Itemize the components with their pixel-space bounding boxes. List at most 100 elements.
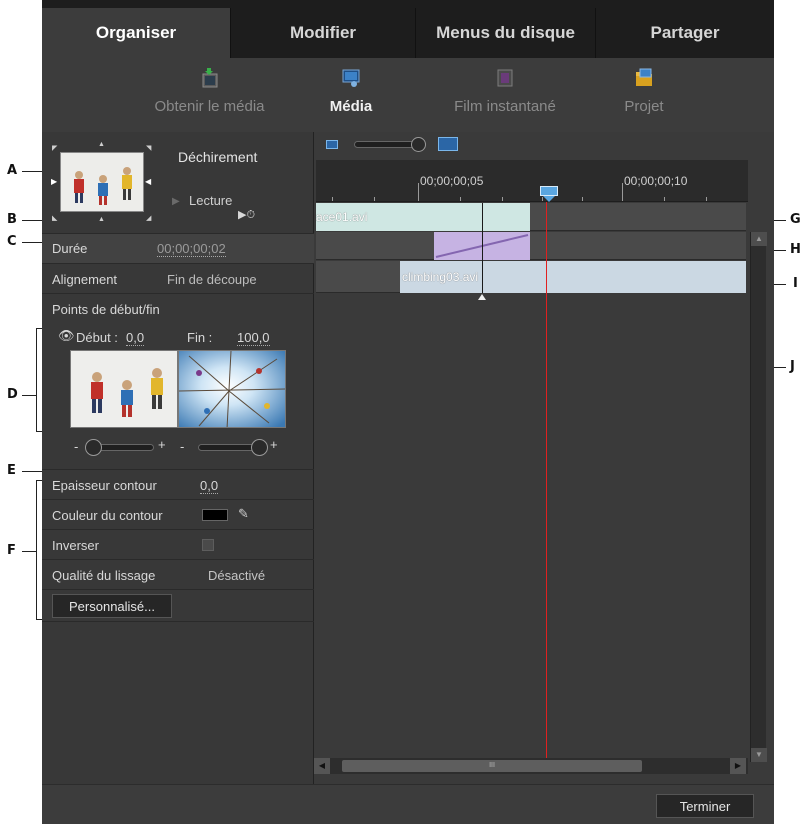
horizontal-scrollbar[interactable]: ◀ III ▶ xyxy=(314,758,748,774)
reverse-row: Inverser xyxy=(42,530,314,560)
tab-modifier[interactable]: Modifier xyxy=(230,8,415,58)
scroll-grip: III xyxy=(489,762,495,769)
duration-value[interactable]: 00;00;00;02 xyxy=(157,241,226,257)
clip-race01-name: race01.avi xyxy=(316,210,368,224)
tab-organiser[interactable]: Organiser xyxy=(42,8,230,58)
scroll-right-button[interactable]: ▶ xyxy=(730,758,746,774)
timeline-panel: 00;00;00;05 00;00;00;10 race01.avi climb… xyxy=(314,132,774,784)
arrow-down-right-icon[interactable]: ◢ xyxy=(146,214,151,222)
zoom-in-icon[interactable] xyxy=(438,137,458,151)
clip-climbing03[interactable]: climbing03.avi xyxy=(400,261,746,293)
reverse-checkbox[interactable] xyxy=(202,539,214,551)
arrow-right-icon[interactable]: ◀ xyxy=(145,177,151,186)
end-slider-knob[interactable] xyxy=(251,439,268,456)
done-button[interactable]: Terminer xyxy=(656,794,754,818)
start-slider-knob[interactable] xyxy=(85,439,102,456)
scroll-thumb[interactable]: III xyxy=(342,760,642,772)
media-icon xyxy=(342,68,360,88)
end-slider[interactable] xyxy=(198,439,268,456)
ruler-tick xyxy=(622,183,623,201)
start-end-section: Points de début/fin 👁 Début : 0,0 Fin : … xyxy=(42,294,314,470)
media-button[interactable]: Média xyxy=(316,68,386,115)
callout-f: F xyxy=(7,543,16,558)
zoom-slider-knob[interactable] xyxy=(411,137,426,152)
callout-a: A xyxy=(7,163,18,178)
callout-c: C xyxy=(7,234,17,249)
end-value[interactable]: 100,0 xyxy=(237,330,270,346)
callout-g: G xyxy=(790,212,801,227)
tab-bar: Organiser Modifier Menus du disque Parta… xyxy=(42,0,774,58)
effect-thumbnail[interactable] xyxy=(60,152,144,212)
arrow-up-left-icon[interactable]: ◤ xyxy=(52,144,57,152)
show-actual-sources-icon[interactable]: ▶⏱ xyxy=(238,208,255,222)
scroll-up-button[interactable]: ▲ xyxy=(751,232,767,246)
tab-partager[interactable]: Partager xyxy=(595,8,774,58)
callout-e: E xyxy=(7,463,16,478)
instant-movie-icon xyxy=(496,68,514,88)
get-media-label: Obtenir le média xyxy=(154,98,265,115)
alignment-dropdown[interactable]: Fin de découpe xyxy=(167,272,257,287)
eyedropper-icon[interactable]: ✎ xyxy=(238,506,249,522)
arrow-down-left-icon[interactable]: ◣ xyxy=(52,214,57,222)
ruler-tick xyxy=(374,197,375,201)
arrow-left-icon[interactable]: ▶ xyxy=(51,177,57,186)
bottom-bar: Terminer xyxy=(42,784,774,824)
scroll-left-button[interactable]: ◀ xyxy=(314,758,330,774)
playhead-line xyxy=(546,202,547,758)
zoom-slider[interactable] xyxy=(354,137,426,152)
callout-i: I xyxy=(793,276,798,291)
callout-d: D xyxy=(7,387,18,402)
tab-label: Menus du disque xyxy=(436,23,575,42)
ruler-tick xyxy=(706,197,707,201)
clip-race01[interactable]: race01.avi xyxy=(316,203,530,231)
properties-panel: ◤ ▲ ◥ ▶ ◀ ◣ ▲ ◢ Déchirement ▶ Lecture ▶⏱… xyxy=(42,132,314,784)
start-preview-image xyxy=(70,350,178,428)
vertical-scrollbar[interactable]: ▲ ▼ xyxy=(750,232,767,762)
reverse-label: Inverser xyxy=(52,538,99,553)
edit-cursor-line xyxy=(482,203,483,293)
play-label[interactable]: Lecture xyxy=(189,193,232,208)
tab-menus-disque[interactable]: Menus du disque xyxy=(415,8,595,58)
edit-cursor-marker xyxy=(478,294,486,300)
ruler-tick xyxy=(502,197,503,201)
ruler-tick xyxy=(582,197,583,201)
toolbar: Obtenir le média Média Film instantané P… xyxy=(42,58,774,132)
clip-climbing03-name: climbing03.avi xyxy=(402,270,479,284)
play-icon[interactable]: ▶ xyxy=(172,196,180,207)
smoothing-dropdown[interactable]: Désactivé xyxy=(208,568,265,583)
tab-label: Modifier xyxy=(289,23,357,42)
track-2 xyxy=(316,232,746,260)
start-slider[interactable] xyxy=(85,439,154,456)
get-media-button[interactable]: Obtenir le média xyxy=(142,68,277,115)
effect-preview-area: ◤ ▲ ◥ ▶ ◀ ◣ ▲ ◢ Déchirement ▶ Lecture ▶⏱ xyxy=(42,132,314,234)
project-icon xyxy=(635,68,653,88)
start-slider-plus: + xyxy=(158,437,166,452)
playhead-handle[interactable] xyxy=(540,186,558,196)
arrow-up-icon[interactable]: ▲ xyxy=(98,141,105,148)
callout-d-line xyxy=(22,395,36,396)
arrow-down-icon[interactable]: ▲ xyxy=(98,216,105,223)
duration-row: Durée 00;00;00;02 xyxy=(42,234,314,264)
project-button[interactable]: Projet xyxy=(614,68,674,115)
eye-icon[interactable]: 👁 xyxy=(58,328,75,344)
arrow-up-right-icon[interactable]: ◥ xyxy=(146,144,151,152)
get-media-icon xyxy=(201,68,219,88)
done-button-label: Terminer xyxy=(679,798,731,814)
time-ruler[interactable]: 00;00;00;05 00;00;00;10 xyxy=(316,160,748,202)
custom-button[interactable]: Personnalisé... xyxy=(52,594,172,618)
border-width-value[interactable]: 0,0 xyxy=(200,478,219,494)
instant-movie-button[interactable]: Film instantané xyxy=(440,68,570,115)
start-value[interactable]: 0,0 xyxy=(126,330,145,346)
scroll-down-button[interactable]: ▼ xyxy=(751,748,767,762)
callout-h: H xyxy=(790,242,801,257)
end-slider-plus: + xyxy=(270,437,278,452)
start-slider-minus: - xyxy=(74,439,79,454)
zoom-out-icon[interactable] xyxy=(326,140,338,149)
track-1: race01.avi xyxy=(316,203,746,231)
effect-name: Déchirement xyxy=(178,149,258,165)
ruler-tick xyxy=(664,197,665,201)
border-width-row: Epaisseur contour 0,0 xyxy=(42,470,314,500)
border-color-row: Couleur du contour ✎ xyxy=(42,500,314,530)
border-color-swatch[interactable] xyxy=(202,509,228,521)
ruler-tick xyxy=(332,197,333,201)
